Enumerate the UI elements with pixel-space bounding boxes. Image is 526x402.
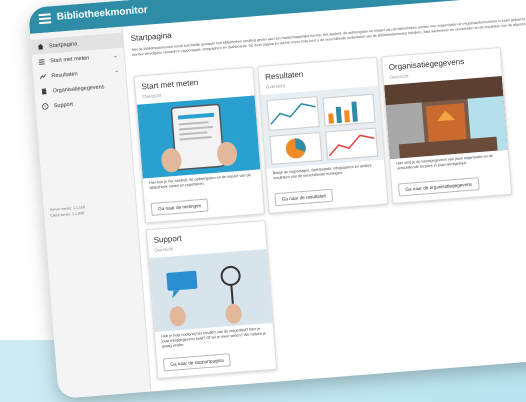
- card-title: Resultaten: [264, 69, 304, 82]
- charts-illustration-icon: [266, 93, 379, 165]
- tablet-illustration-icon: [161, 103, 238, 173]
- card-title: Support: [153, 233, 182, 245]
- list-icon: [38, 59, 45, 65]
- card-subtitle: Overzicht: [389, 73, 409, 80]
- sidebar-item-label: Resultaten: [51, 70, 78, 79]
- card-subtitle: Overzicht: [265, 83, 286, 90]
- app-title: Bibliotheekmonitor: [56, 4, 149, 23]
- card-support: Support Overzicht Heb je hulp nodig bij …: [145, 220, 278, 379]
- client-version: Client versie: 1.1.838: [50, 211, 85, 218]
- home-icon: [37, 43, 44, 50]
- go-to-metingen-button[interactable]: Ga naar de metingen: [150, 198, 209, 216]
- building-icon: [41, 88, 47, 95]
- sidebar-item-label: Start met meten: [49, 54, 90, 64]
- main-content: Startpagina Met de Bibliotheekmonitor wo…: [126, 0, 526, 391]
- support-image: [149, 249, 273, 333]
- charts-image: [260, 85, 384, 169]
- support-illustration-icon: [166, 265, 242, 327]
- sidebar-item-label: Startpagina: [48, 40, 78, 49]
- tablet-image: [136, 95, 261, 179]
- menu-icon[interactable]: [38, 13, 52, 25]
- help-icon: ?: [42, 103, 49, 110]
- chevron-down-icon: ⌄: [113, 68, 120, 75]
- card-title: Start met meten: [141, 77, 199, 92]
- card-title: Organisatiegegevens: [388, 56, 465, 72]
- chart-icon: [39, 74, 46, 80]
- app-window: Bibliotheekmonitor Startpagina Start met…: [28, 0, 526, 399]
- go-to-support-button[interactable]: Ga naar de supportpagina: [162, 353, 232, 372]
- library-illustration-icon: [384, 76, 508, 160]
- sidebar-item-label: Organisatiegegevens: [52, 83, 105, 94]
- card-organisatiegegevens: Organisatiegegevens Overzicht Hier vind …: [380, 47, 513, 205]
- library-interior-image: [384, 76, 508, 160]
- chevron-down-icon: ⌄: [112, 53, 119, 60]
- card-resultaten: Resultaten Overzicht Bekijk de rapportag…: [257, 56, 389, 214]
- tablet-stage: Bibliotheekmonitor Startpagina Start met…: [28, 0, 526, 399]
- card-subtitle: Overzicht: [142, 92, 162, 100]
- card-start-met-meten: Start met meten Overzicht Hier kun je he: [133, 66, 265, 224]
- svg-text:?: ?: [44, 105, 46, 109]
- sidebar-item-label: Support: [53, 101, 74, 109]
- page-title: Startpagina: [130, 30, 172, 44]
- go-to-organisatiegegevens-button[interactable]: Ga naar de organisatiegegevens: [397, 177, 480, 197]
- card-subtitle: Overzicht: [154, 246, 174, 253]
- go-to-resultaten-button[interactable]: Ga naar de resultaten: [274, 188, 334, 207]
